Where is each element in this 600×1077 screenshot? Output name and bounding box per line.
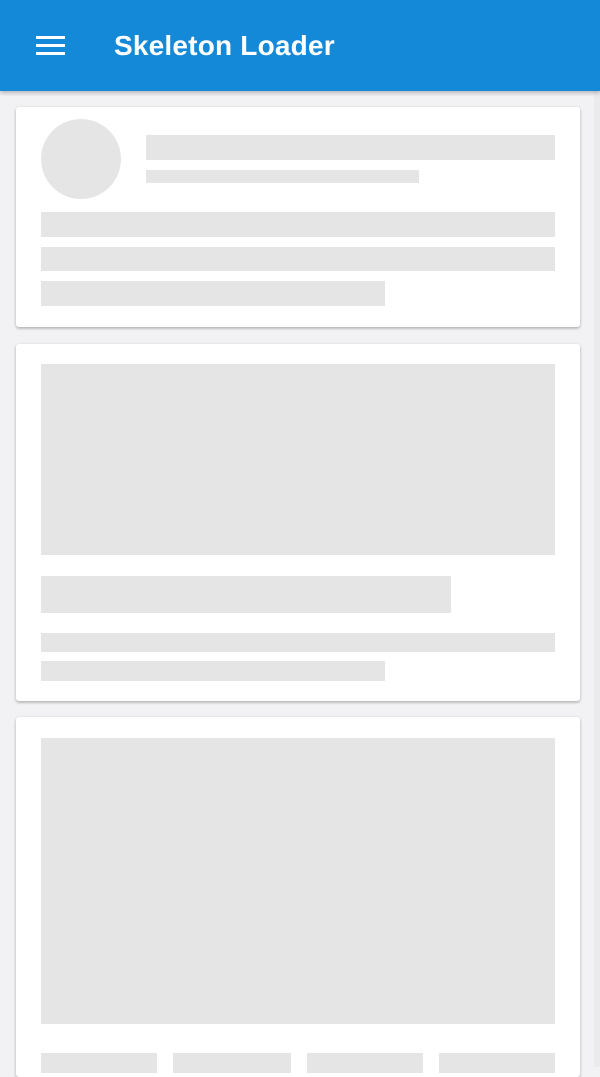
skeleton-action-chip — [307, 1053, 423, 1073]
skeleton-image — [41, 738, 555, 1024]
skeleton-action-chip — [439, 1053, 555, 1073]
skeleton-card-profile — [16, 107, 580, 327]
skeleton-heading-line — [146, 135, 555, 160]
menu-icon — [36, 36, 65, 39]
page-title: Skeleton Loader — [114, 30, 335, 61]
skeleton-card-media — [16, 717, 580, 1077]
skeleton-card-article — [16, 344, 580, 701]
scrollbar-track[interactable] — [594, 91, 600, 1067]
skeleton-text-line — [41, 247, 555, 271]
skeleton-text-line — [41, 633, 555, 652]
skeleton-action-chip — [173, 1053, 291, 1073]
skeleton-text-line — [41, 281, 385, 306]
skeleton-subheading-line — [146, 170, 419, 183]
skeleton-heading-line — [41, 576, 451, 613]
skeleton-text-line — [41, 661, 385, 681]
skeleton-image — [41, 364, 555, 555]
skeleton-text-line — [41, 212, 555, 237]
skeleton-avatar — [41, 119, 121, 199]
app-bar: Skeleton Loader — [0, 0, 600, 91]
menu-icon-bar — [36, 44, 65, 47]
skeleton-action-chip — [41, 1053, 157, 1073]
menu-icon-bar — [36, 52, 65, 55]
menu-button[interactable] — [26, 22, 74, 70]
